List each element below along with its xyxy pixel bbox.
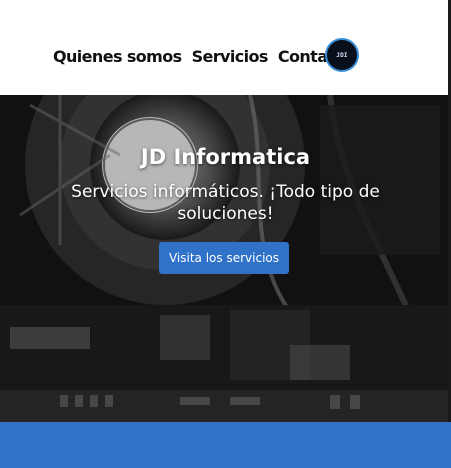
logo-mark: JDI [336,51,348,59]
nav-link-quienes-somos[interactable]: Quienes somos [53,47,182,66]
services-section-band [0,422,451,468]
hero-banner: JD Informatica Servicios informáticos. ¡… [0,95,451,422]
site-header: Quienes somos Servicios Contacto JDI [0,0,451,95]
main-nav: Quienes somos Servicios Contacto [53,47,364,66]
hero-title: JD Informatica [140,145,311,169]
nav-link-servicios[interactable]: Servicios [192,47,269,66]
visit-services-button[interactable]: Visita los servicios [159,242,289,274]
hero-subtitle: Servicios informáticos. ¡Todo tipo de so… [71,182,380,224]
site-logo[interactable]: JDI [325,38,359,72]
